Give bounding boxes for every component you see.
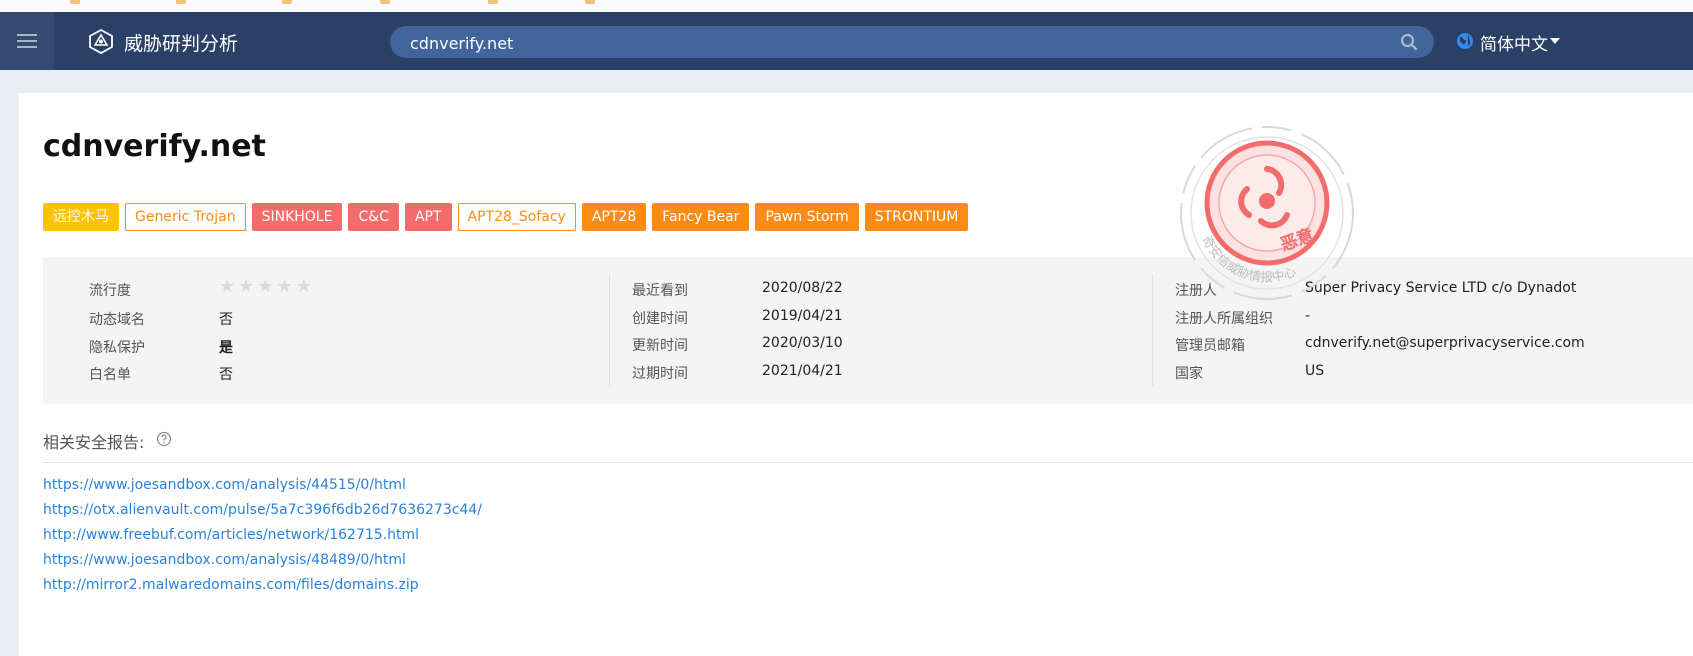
report-link[interactable]: https://www.joesandbox.com/analysis/4848… [43, 549, 482, 574]
caret-down-icon [1550, 38, 1560, 44]
star-icon: ★ [257, 276, 274, 297]
search-icon[interactable] [1400, 33, 1418, 51]
tag-rat[interactable]: 远控木马 [43, 203, 119, 231]
language-label: 简体中文 [1480, 35, 1548, 55]
brand-logo-icon [89, 28, 113, 54]
search-bar [390, 26, 1434, 60]
privacy-value: 是 [219, 340, 233, 356]
top-navbar: 威胁研判分析 简体中文 [0, 12, 1693, 70]
tag-fancy-bear[interactable]: Fancy Bear [652, 203, 750, 231]
menu-toggle-button[interactable] [0, 12, 54, 70]
dynamic-domain-label: 动态域名 [89, 312, 145, 328]
tag-sinkhole[interactable]: SINKHOLE [251, 203, 343, 231]
globe-icon [1457, 33, 1473, 49]
popularity-rating: ★ ★ ★ ★ ★ [219, 277, 315, 296]
created-label: 创建时间 [632, 311, 688, 327]
tag-pawn-storm[interactable]: Pawn Storm [755, 203, 859, 231]
star-icon: ★ [219, 276, 236, 297]
report-link[interactable]: https://otx.alienvault.com/pulse/5a7c396… [43, 499, 482, 524]
tag-list: 远控木马 Generic Trojan SINKHOLE C&C APT APT28_So… [43, 203, 974, 231]
brand-title[interactable]: 威胁研判分析 [124, 29, 238, 56]
registrant-label: 注册人 [1175, 283, 1217, 299]
help-icon[interactable] [156, 431, 172, 447]
report-link[interactable]: http://www.freebuf.com/articles/network/… [43, 524, 482, 549]
domain-info-panel: 流行度 ★ ★ ★ ★ ★ 动态域名 否 隐私保护 是 白名单 否 最近看到 2020/… [43, 257, 1693, 404]
report-link-list: https://www.joesandbox.com/analysis/4451… [43, 474, 482, 599]
updated-value: 2020/03/10 [762, 335, 843, 351]
whitelist-label: 白名单 [89, 367, 131, 383]
column-divider [609, 274, 610, 386]
popularity-label: 流行度 [89, 283, 131, 299]
browser-bookmark-strip [0, 0, 1693, 12]
stamp-verdict: 恶意 [1278, 224, 1317, 255]
country-label: 国家 [1175, 366, 1203, 382]
registrant-value: Super Privacy Service LTD c/o Dynadot [1305, 280, 1577, 296]
whitelist-value: 否 [219, 367, 233, 383]
registrant-org-label: 注册人所属组织 [1175, 311, 1273, 327]
star-icon: ★ [238, 276, 255, 297]
expires-label: 过期时间 [632, 366, 688, 382]
star-icon: ★ [295, 276, 312, 297]
privacy-label: 隐私保护 [89, 340, 145, 356]
tag-generic-trojan[interactable]: Generic Trojan [125, 203, 246, 231]
dynamic-domain-value: 否 [219, 312, 233, 328]
star-icon: ★ [276, 276, 293, 297]
tag-apt[interactable]: APT [404, 203, 452, 231]
country-value: US [1305, 363, 1325, 379]
admin-email-label: 管理员邮箱 [1175, 338, 1245, 354]
registrant-org-value: - [1305, 308, 1311, 324]
tag-apt28[interactable]: APT28 [581, 203, 647, 231]
page-title: cdnverify.net [43, 129, 266, 164]
reports-heading: 相关安全报告: [43, 433, 145, 452]
tag-apt28-sofacy[interactable]: APT28_Sofacy [457, 203, 576, 231]
created-value: 2019/04/21 [762, 308, 843, 324]
report-link[interactable]: https://www.joesandbox.com/analysis/4451… [43, 474, 482, 499]
admin-email-value: cdnverify.net@superprivacyservice.com [1305, 335, 1585, 351]
reports-divider [43, 462, 1693, 463]
last-seen-label: 最近看到 [632, 283, 688, 299]
column-divider [1152, 274, 1153, 386]
updated-label: 更新时间 [632, 338, 688, 354]
tag-strontium[interactable]: STRONTIUM [864, 203, 969, 231]
report-link[interactable]: http://mirror2.malwaredomains.com/files/… [43, 574, 482, 599]
tag-cnc[interactable]: C&C [348, 203, 399, 231]
domain-detail-card: cdnverify.net 远控木马 Generic Trojan SINKHOLE… [19, 93, 1693, 656]
search-input[interactable] [408, 26, 1390, 60]
last-seen-value: 2020/08/22 [762, 280, 843, 296]
expires-value: 2021/04/21 [762, 363, 843, 379]
